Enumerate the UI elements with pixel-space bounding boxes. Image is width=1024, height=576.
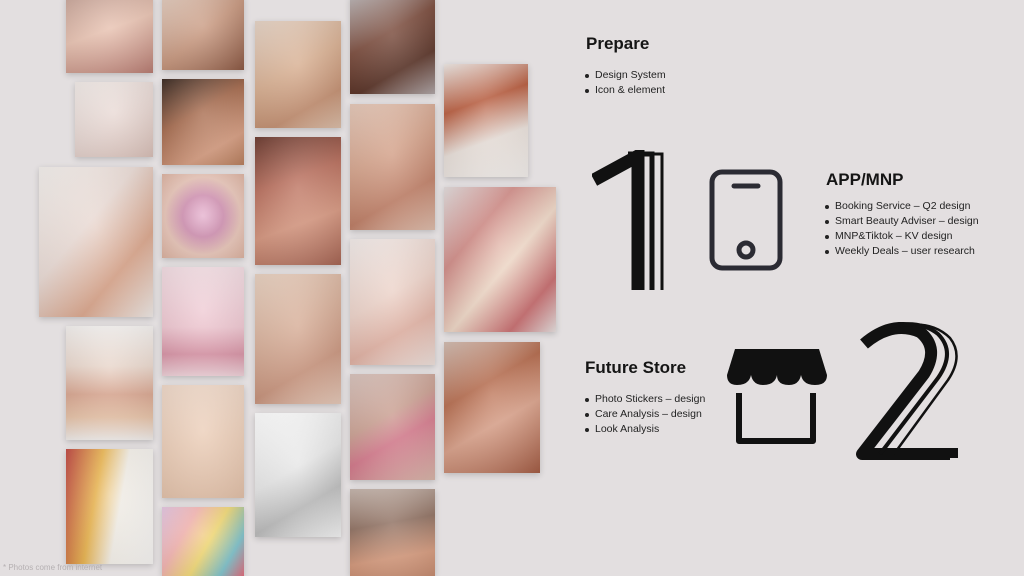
list-item: Care Analysis – design xyxy=(584,407,705,422)
storefront-icon xyxy=(727,349,827,444)
list-item: Booking Service – Q2 design xyxy=(824,199,979,214)
photo-credit-note: * Photos come from internet xyxy=(3,563,103,572)
number-two-graphic xyxy=(856,322,958,460)
photo-face-gold-eye xyxy=(75,82,153,157)
number-one-graphic xyxy=(592,150,664,290)
smartphone-icon xyxy=(709,169,783,271)
photo-two-women-dress xyxy=(350,489,435,576)
photo-face-pink-shimmer xyxy=(255,137,341,265)
photo-face-green-liner xyxy=(162,79,244,165)
list-item: Photo Stickers – design xyxy=(584,392,705,407)
list-item: Weekly Deals – user research xyxy=(824,244,979,259)
photo-product-perfumes xyxy=(66,449,153,564)
list-item: Icon & element xyxy=(584,83,666,98)
photo-two-faces-red xyxy=(444,187,556,332)
future-store-list: Photo Stickers – design Care Analysis – … xyxy=(584,392,705,437)
photo-face-triangle xyxy=(255,21,341,128)
photo-two-women-white xyxy=(444,64,528,177)
photo-face-redhead xyxy=(39,167,153,317)
photo-face-pink-eye xyxy=(350,374,435,480)
photo-product-foundation xyxy=(66,326,153,440)
photo-two-women-colorful xyxy=(444,342,540,473)
list-item: Design System xyxy=(584,68,666,83)
prepare-title: Prepare xyxy=(586,34,650,53)
app-mnp-list: Booking Service – Q2 design Smart Beauty… xyxy=(824,199,979,259)
photo-face-red-eyes xyxy=(350,0,435,94)
photo-face-rosy xyxy=(350,239,435,365)
photo-face-rings xyxy=(162,0,244,70)
list-item: Smart Beauty Adviser – design xyxy=(824,214,979,229)
photo-two-women-bw xyxy=(255,413,341,537)
photo-face-glow-closed xyxy=(350,104,435,230)
photo-face-pastel-liner xyxy=(66,0,153,73)
prepare-list: Design System Icon & element xyxy=(584,68,666,98)
list-item: Look Analysis xyxy=(584,422,705,437)
future-store-title: Future Store xyxy=(585,358,687,377)
photo-lipsticks-pink xyxy=(162,267,244,376)
photo-color-splash xyxy=(162,507,244,576)
app-mnp-title: APP/MNP xyxy=(826,170,904,189)
list-item: MNP&Tiktok – KV design xyxy=(824,229,979,244)
photo-brushes xyxy=(162,385,244,498)
photo-face-yellow-liner xyxy=(255,274,341,404)
photo-lips-glossy xyxy=(162,174,244,258)
